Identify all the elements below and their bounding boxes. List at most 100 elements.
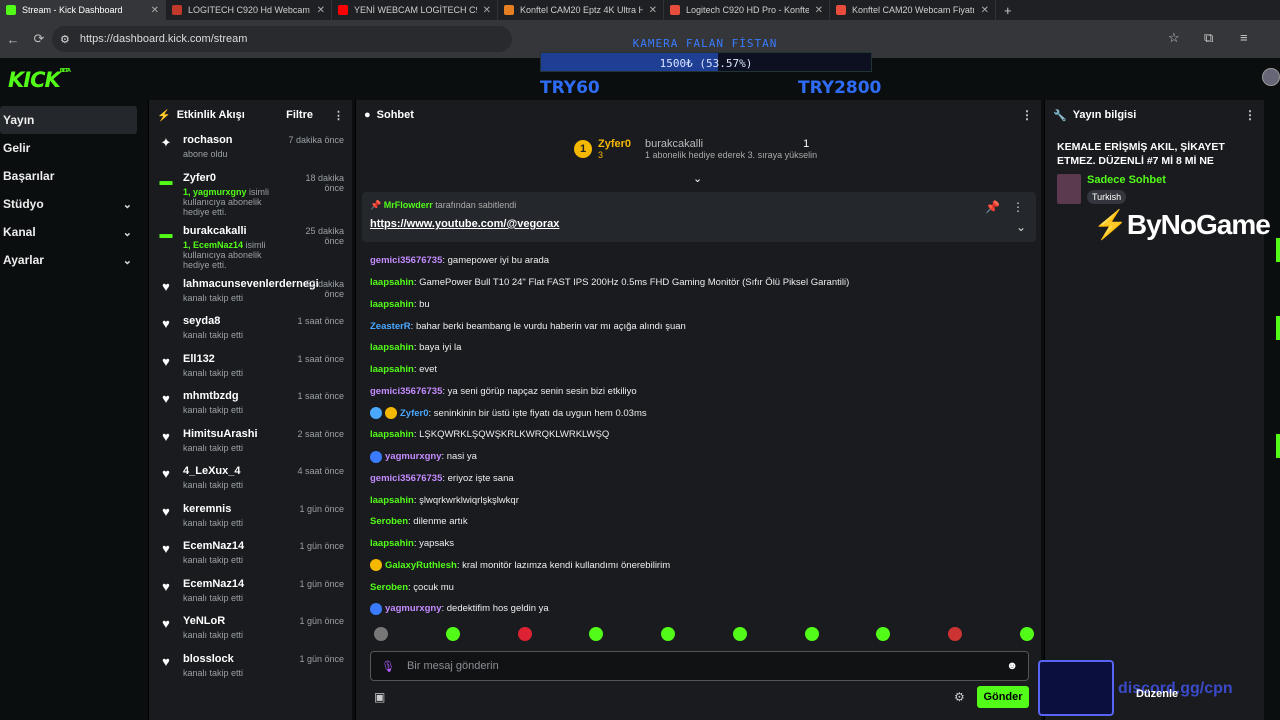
activity-user[interactable]: seyda8 — [183, 315, 287, 327]
chat-username[interactable]: laapsahin — [370, 538, 414, 549]
chat-username[interactable]: GalaxyRuthlesh — [385, 560, 457, 571]
bookmark-icon[interactable]: ☆ — [1168, 30, 1180, 46]
kick-logo[interactable]: KICKBETA — [8, 68, 71, 92]
kebab-icon[interactable]: ⋮ — [1021, 108, 1033, 122]
browser-tab[interactable]: YENİ WEBCAM LOGİTECH C920 ✕ — [332, 0, 498, 20]
chat-text: : kral monitör lazımza kendi kullandımı … — [456, 559, 671, 571]
chat-username[interactable]: Seroben — [370, 582, 408, 593]
emote-bar — [374, 627, 1034, 641]
edit-button[interactable]: Düzenle — [1136, 688, 1178, 700]
kebab-icon[interactable]: ⋮ — [1244, 108, 1256, 122]
sidebar-item-label: Ayarlar — [3, 253, 44, 267]
chevron-down-icon[interactable]: ⌄ — [1016, 220, 1026, 234]
activity-list: ✦ rochason abone oldu 7 dakika önce ▬ Zyfer0 1… — [149, 130, 352, 720]
sidebar-item-yayin[interactable]: Yayın — [0, 106, 137, 134]
back-icon[interactable]: ← — [0, 32, 26, 47]
sidebar-item-basarilar[interactable]: Başarılar — [0, 162, 146, 190]
pinned-link[interactable]: https://www.youtube.com/@vegorax — [370, 218, 559, 230]
browser-tab[interactable]: Stream - Kick Dashboard ✕ — [0, 0, 166, 20]
browser-tab[interactable]: Konftel CAM20 Webcam Fiyatı ✕ — [830, 0, 996, 20]
emote-icon[interactable] — [445, 627, 460, 641]
emote-icon[interactable] — [804, 627, 819, 641]
goal-progress-text: 1500₺ (53.57%) — [659, 57, 753, 70]
activity-user[interactable]: lahmacunsevenlerdernegi — [183, 278, 319, 290]
chat-username[interactable]: laapsahin — [370, 364, 414, 375]
avatar[interactable] — [1262, 68, 1280, 86]
emote-icon[interactable] — [876, 627, 891, 641]
sidebar-item-ayarlar[interactable]: Ayarlar ⌄ — [0, 246, 146, 274]
site-info-icon[interactable]: ⚙ — [60, 33, 70, 46]
activity-user[interactable]: EcemNaz14 — [183, 540, 289, 552]
chat-username[interactable]: gemici35676735 — [370, 255, 442, 266]
mic-icon[interactable]: 🎙 — [381, 660, 395, 673]
activity-user[interactable]: burakcakalli — [183, 225, 274, 237]
activity-user[interactable]: Ell132 — [183, 353, 287, 365]
close-icon[interactable]: ✕ — [483, 5, 491, 16]
close-icon[interactable]: ✕ — [151, 5, 159, 16]
emoji-icon[interactable]: ☻ — [1006, 660, 1018, 672]
emote-icon[interactable] — [374, 627, 388, 641]
pin-icon[interactable]: 📌 — [985, 200, 1000, 214]
chat-username[interactable]: yagmurxgny — [385, 603, 442, 614]
emote-icon[interactable] — [1019, 627, 1034, 641]
close-icon[interactable]: ✕ — [981, 5, 989, 16]
kebab-icon[interactable]: ⋮ — [333, 109, 344, 122]
close-icon[interactable]: ✕ — [317, 5, 325, 16]
browser-tab[interactable]: Konftel CAM20 Eptz 4K Ultra H ✕ — [498, 0, 664, 20]
close-icon[interactable]: ✕ — [649, 5, 657, 16]
tab-title: Konftel CAM20 Webcam Fiyatı — [852, 5, 975, 15]
category-name[interactable]: Sadece Sohbet — [1087, 174, 1166, 186]
heart-icon: ♥ — [162, 578, 170, 594]
chevron-down-icon[interactable]: ⌄ — [693, 172, 702, 185]
emote-icon[interactable] — [661, 627, 676, 641]
emote-icon[interactable] — [948, 627, 963, 641]
chat-username[interactable]: yagmurxgny — [385, 451, 442, 462]
browser-tab[interactable]: Logitech C920 HD Pro - Konftel ✕ — [664, 0, 830, 20]
extensions-icon[interactable]: ⧉ — [1204, 30, 1213, 46]
activity-user[interactable]: HimitsuArashi — [183, 428, 287, 440]
sidebar-item-gelir[interactable]: Gelir — [0, 134, 146, 162]
activity-user[interactable]: rochason — [183, 134, 278, 146]
chat-text: : bahar berki beambang le vurdu haberin … — [410, 320, 686, 332]
emote-icon[interactable] — [517, 627, 532, 641]
chat-input[interactable]: 🎙 Bir mesaj gönderin ☻ — [370, 651, 1029, 681]
chevron-down-icon: ⌄ — [122, 226, 132, 239]
activity-desc: kanalı takip etti — [183, 293, 274, 303]
bolt-icon: ⚡ — [157, 109, 171, 122]
emote-icon[interactable] — [732, 627, 747, 641]
chat-text: : çocuk mu — [408, 581, 454, 593]
activity-user[interactable]: keremnis — [183, 503, 289, 515]
activity-user[interactable]: 4_LeXux_4 — [183, 465, 287, 477]
send-button[interactable]: Gönder — [977, 686, 1029, 708]
chat-username[interactable]: laapsahin — [370, 495, 414, 506]
emote-icon[interactable] — [589, 627, 604, 641]
chat-username[interactable]: gemici35676735 — [370, 473, 442, 484]
media-icon[interactable]: ≡ — [1240, 30, 1248, 45]
activity-user[interactable]: Zyfer0 — [183, 172, 274, 184]
reload-icon[interactable]: ⟳ — [26, 31, 52, 47]
chat-username[interactable]: Seroben — [370, 516, 408, 527]
close-icon[interactable]: ✕ — [815, 5, 823, 16]
activity-user[interactable]: mhmtbzdg — [183, 390, 287, 402]
chat-username[interactable]: laapsahin — [370, 299, 414, 310]
activity-user[interactable]: EcemNaz14 — [183, 578, 289, 590]
browser-tab[interactable]: LOGITECH C920 Hd Webcam 9 ✕ — [166, 0, 332, 20]
chat-message: gemici35676735: ya seni görüp napçaz sen… — [370, 381, 1030, 403]
filter-button[interactable]: Filtre — [286, 109, 313, 121]
chat-username[interactable]: laapsahin — [370, 277, 414, 288]
store-icon[interactable]: ▣ — [374, 690, 385, 704]
url-field[interactable]: ⚙ https://dashboard.kick.com/stream — [52, 26, 512, 52]
sidebar-item-studyo[interactable]: Stüdyo ⌄ — [0, 190, 146, 218]
chat-username[interactable]: Zyfer0 — [400, 408, 429, 419]
chat-username[interactable]: ZeasterR — [370, 321, 411, 332]
gear-icon[interactable]: ⚙ — [954, 690, 965, 704]
sidebar-item-kanal[interactable]: Kanal ⌄ — [0, 218, 146, 246]
activity-user[interactable]: YeNLoR — [183, 615, 289, 627]
stream-title: KEMALE ERİŞMİŞ AKIL, ŞİKAYET ETMEZ. DÜZE… — [1057, 141, 1225, 167]
chat-username[interactable]: laapsahin — [370, 342, 414, 353]
activity-user[interactable]: blosslock — [183, 653, 289, 665]
kebab-icon[interactable]: ⋮ — [1012, 200, 1024, 214]
chat-username[interactable]: gemici35676735 — [370, 386, 442, 397]
new-tab-icon[interactable]: + — [996, 3, 1020, 18]
chat-username[interactable]: laapsahin — [370, 429, 414, 440]
